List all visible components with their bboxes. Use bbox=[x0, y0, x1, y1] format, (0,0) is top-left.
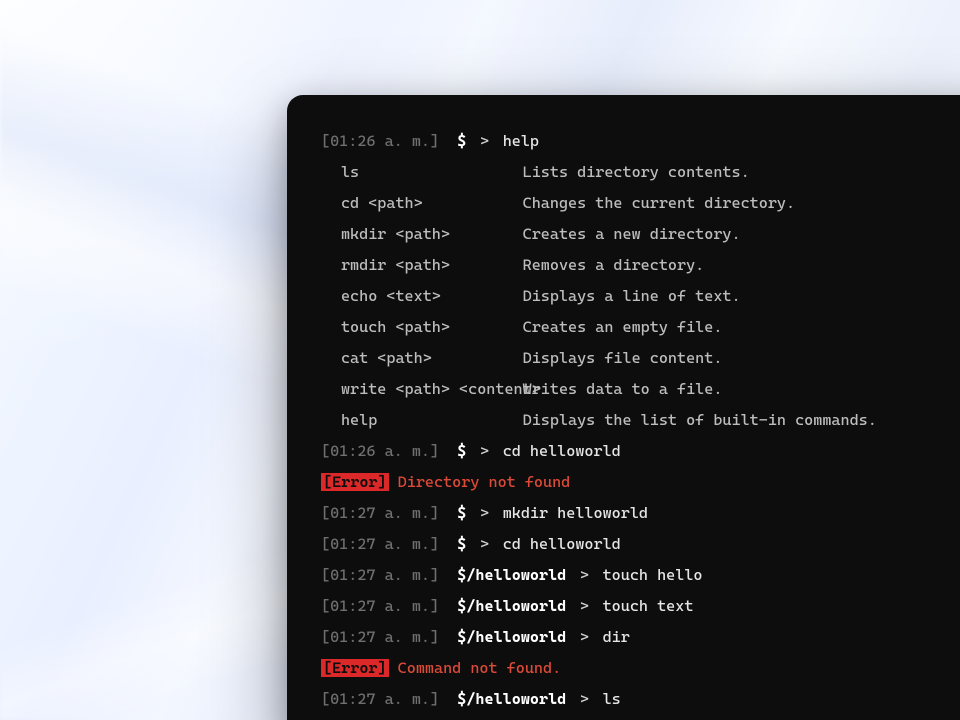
prompt-path: $/helloworld bbox=[457, 690, 566, 708]
command-text: mkdir helloworld bbox=[503, 504, 648, 522]
help-description: Creates a new directory. bbox=[523, 225, 741, 243]
help-description: Displays a line of text. bbox=[523, 287, 741, 305]
error-tag: [Error] bbox=[321, 473, 389, 491]
terminal-line: [01:27 a. m.] $/helloworld > dir bbox=[321, 625, 960, 649]
prompt-path: $ bbox=[457, 132, 466, 150]
command-text: dir bbox=[603, 628, 630, 646]
terminal-line: [01:27 a. m.] $/helloworld > touch hello bbox=[321, 563, 960, 587]
prompt-chevron-icon: > bbox=[580, 597, 589, 615]
prompt-path: $ bbox=[457, 504, 466, 522]
terminal-line: cat <path>Displays file content. bbox=[321, 346, 960, 370]
terminal-line: helpDisplays the list of built-in comman… bbox=[321, 408, 960, 432]
timestamp: [01:27 a. m.] bbox=[321, 566, 439, 584]
terminal-line: [Error] Command not found. bbox=[321, 656, 960, 680]
terminal-line: [01:27 a. m.] $ > cd helloworld bbox=[321, 532, 960, 556]
help-command: mkdir <path> bbox=[341, 222, 523, 246]
terminal-line: [01:27 a. m.] $/helloworld > ls bbox=[321, 687, 960, 711]
terminal-line: rmdir <path>Removes a directory. bbox=[321, 253, 960, 277]
prompt-path: $/helloworld bbox=[457, 566, 566, 584]
prompt-chevron-icon: > bbox=[480, 504, 489, 522]
prompt-path: $ bbox=[457, 442, 466, 460]
terminal-line: [01:27 a. m.] $/helloworld > touch text bbox=[321, 594, 960, 618]
terminal-line: touch <path>Creates an empty file. bbox=[321, 315, 960, 339]
command-text: touch text bbox=[603, 597, 694, 615]
timestamp: [01:27 a. m.] bbox=[321, 690, 439, 708]
help-description: Removes a directory. bbox=[523, 256, 705, 274]
prompt-chevron-icon: > bbox=[480, 442, 489, 460]
timestamp: [01:26 a. m.] bbox=[321, 132, 439, 150]
help-description: Displays file content. bbox=[523, 349, 723, 367]
timestamp: [01:27 a. m.] bbox=[321, 504, 439, 522]
command-text: cd helloworld bbox=[503, 535, 621, 553]
prompt-chevron-icon: > bbox=[480, 535, 489, 553]
prompt-chevron-icon: > bbox=[580, 628, 589, 646]
terminal-line: [01:26 a. m.] $ > help bbox=[321, 129, 960, 153]
timestamp: [01:26 a. m.] bbox=[321, 442, 439, 460]
terminal-line: mkdir <path>Creates a new directory. bbox=[321, 222, 960, 246]
timestamp: [01:27 a. m.] bbox=[321, 628, 439, 646]
help-command: ls bbox=[341, 160, 523, 184]
prompt-chevron-icon: > bbox=[580, 566, 589, 584]
prompt-path: $/helloworld bbox=[457, 628, 566, 646]
prompt-path: $ bbox=[457, 535, 466, 553]
terminal-window[interactable]: [01:26 a. m.] $ > helplsLists directory … bbox=[287, 95, 960, 720]
terminal-line: lsLists directory contents. bbox=[321, 160, 960, 184]
error-tag: [Error] bbox=[321, 659, 389, 677]
help-command: write <path> <content> bbox=[341, 377, 523, 401]
timestamp: [01:27 a. m.] bbox=[321, 597, 439, 615]
help-command: cat <path> bbox=[341, 346, 523, 370]
help-command: touch <path> bbox=[341, 315, 523, 339]
error-message: Directory not found bbox=[398, 473, 571, 491]
help-command: echo <text> bbox=[341, 284, 523, 308]
command-text: help bbox=[503, 132, 539, 150]
command-text: touch hello bbox=[603, 566, 703, 584]
command-text: ls bbox=[603, 690, 621, 708]
help-description: Writes data to a file. bbox=[523, 380, 723, 398]
help-command: rmdir <path> bbox=[341, 253, 523, 277]
timestamp: [01:27 a. m.] bbox=[321, 535, 439, 553]
terminal-line: [01:26 a. m.] $ > cd helloworld bbox=[321, 439, 960, 463]
terminal-line: echo <text>Displays a line of text. bbox=[321, 284, 960, 308]
terminal-line: write <path> <content>Writes data to a f… bbox=[321, 377, 960, 401]
help-command: cd <path> bbox=[341, 191, 523, 215]
help-description: Creates an empty file. bbox=[523, 318, 723, 336]
error-message: Command not found. bbox=[398, 659, 561, 677]
prompt-chevron-icon: > bbox=[480, 132, 489, 150]
help-description: Displays the list of built-in commands. bbox=[523, 411, 877, 429]
help-command: help bbox=[341, 408, 523, 432]
prompt-chevron-icon: > bbox=[580, 690, 589, 708]
terminal-line: [Error] Directory not found bbox=[321, 470, 960, 494]
terminal-line: cd <path>Changes the current directory. bbox=[321, 191, 960, 215]
terminal-line: [01:27 a. m.] $ > mkdir helloworld bbox=[321, 501, 960, 525]
help-description: Changes the current directory. bbox=[523, 194, 795, 212]
command-text: cd helloworld bbox=[503, 442, 621, 460]
prompt-path: $/helloworld bbox=[457, 597, 566, 615]
help-description: Lists directory contents. bbox=[523, 163, 750, 181]
